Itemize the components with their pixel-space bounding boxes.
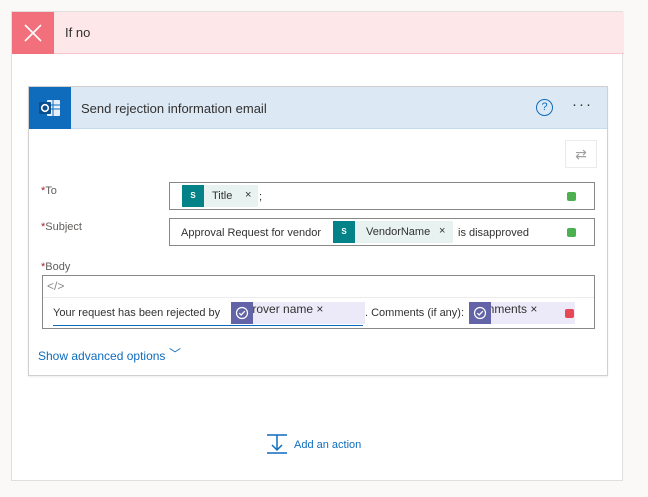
approvals-icon — [469, 302, 491, 324]
to-field[interactable]: S Title × ; — [169, 182, 595, 210]
code-view-toggle-icon[interactable]: </> — [47, 279, 64, 293]
remove-token-icon[interactable]: × — [245, 189, 251, 201]
if-no-branch: If no Send rejection information email ?… — [11, 11, 624, 481]
action-card-header[interactable]: Send rejection information email ? ··· — [29, 87, 607, 129]
sharepoint-icon: S — [182, 185, 204, 207]
subject-field[interactable]: Approval Request for vendor S VendorName… — [169, 218, 595, 246]
status-indicator — [567, 228, 576, 237]
add-action-icon — [267, 434, 287, 454]
to-suffix: ; — [259, 191, 263, 203]
vendorname-token[interactable]: S VendorName × — [333, 221, 453, 243]
branch-header[interactable]: If no — [12, 12, 624, 54]
approver-name-token[interactable]: Approver name × — [231, 302, 365, 324]
show-advanced-options-link[interactable]: Show advanced options — [38, 349, 165, 363]
comments-token[interactable]: Comments × — [469, 302, 575, 324]
focus-underline — [53, 325, 363, 326]
body-editor[interactable]: </> Your request has been rejected by Ap… — [42, 275, 595, 329]
help-icon[interactable]: ? — [536, 99, 553, 116]
body-label-text: Body — [45, 261, 71, 273]
token-label: Title — [212, 190, 233, 202]
subject-label: *Subject — [41, 221, 82, 233]
branch-title: If no — [65, 25, 91, 40]
action-title: Send rejection information email — [81, 101, 267, 116]
swap-icon[interactable]: ⇄ — [565, 140, 597, 168]
remove-token-icon[interactable]: × — [439, 225, 445, 237]
title-token[interactable]: S Title × — [182, 185, 258, 207]
subject-suffix: is disapproved — [458, 227, 529, 239]
token-label: VendorName — [366, 226, 431, 238]
subject-prefix: Approval Request for vendor — [181, 227, 322, 239]
body-prefix: Your request has been rejected by — [53, 307, 221, 319]
to-label: *To — [41, 185, 57, 197]
branch-close-box[interactable] — [12, 12, 54, 54]
remove-token-icon[interactable]: × — [530, 302, 537, 316]
close-icon[interactable] — [23, 23, 43, 43]
body-label: *Body — [41, 261, 70, 273]
body-middle: . Comments (if any): — [365, 307, 465, 319]
sharepoint-icon: S — [333, 221, 355, 243]
approvals-icon — [231, 302, 253, 324]
outlook-icon — [29, 87, 71, 129]
add-action-label: Add an action — [294, 439, 362, 451]
more-options-icon[interactable]: ··· — [572, 97, 598, 116]
error-indicator — [565, 309, 574, 318]
action-card: Send rejection information email ? ··· ⇄… — [28, 86, 608, 376]
remove-token-icon[interactable]: × — [316, 302, 323, 316]
to-label-text: To — [45, 185, 57, 197]
chevron-down-icon[interactable]: ﹀ — [169, 345, 181, 362]
subject-label-text: Subject — [45, 221, 82, 233]
body-divider — [43, 297, 594, 298]
status-indicator — [567, 192, 576, 201]
